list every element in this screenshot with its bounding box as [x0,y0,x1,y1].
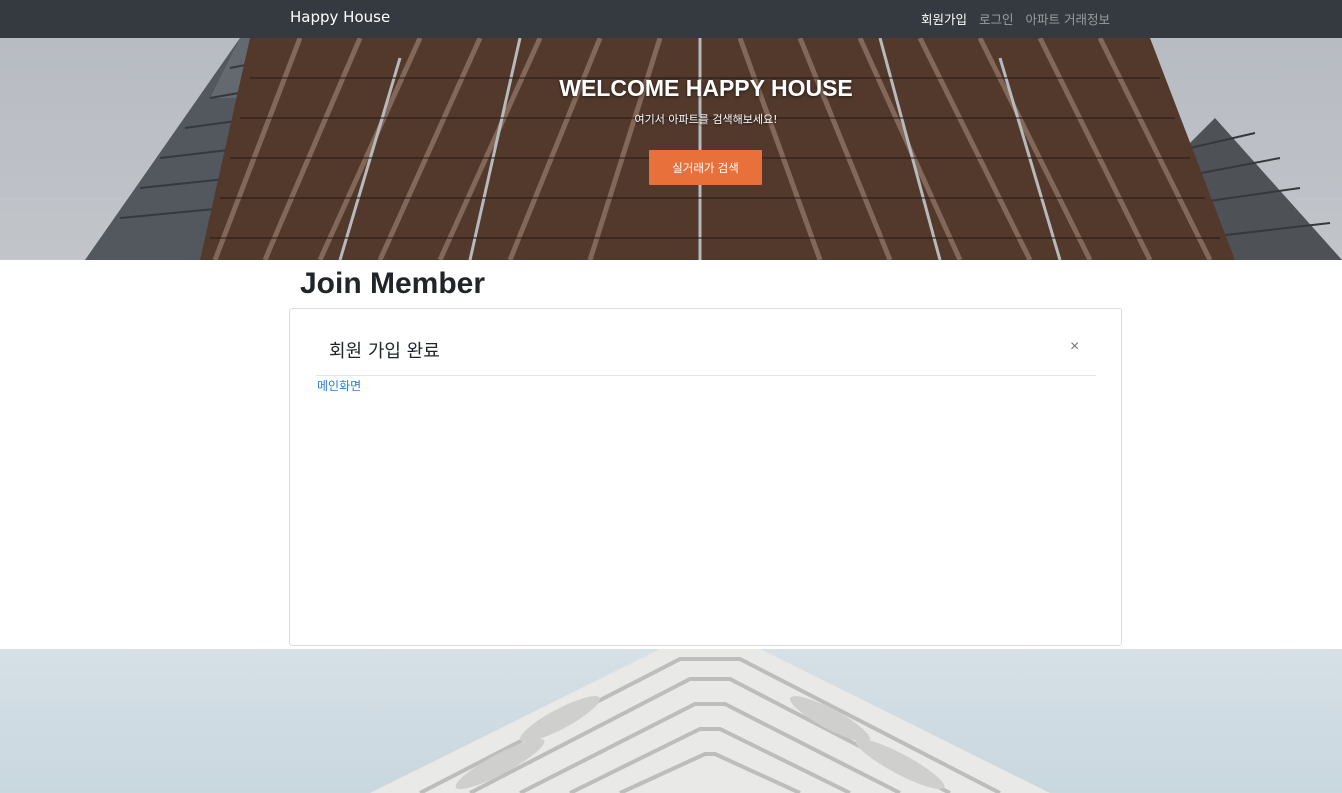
nav-link-apt-info[interactable]: 아파트 거래정보 [1026,9,1110,28]
hero-banner: WELCOME HAPPY HOUSE 여기서 아파트를 검색해보세요! 실거래… [0,38,1342,260]
brand-link[interactable]: Happy House [290,8,390,26]
main-page-link[interactable]: 메인화면 [317,377,361,394]
card-divider [316,375,1096,376]
card-title: 회원 가입 완료 [329,341,440,362]
page-title: Join Member [300,267,486,300]
hero-building-image [0,38,1342,260]
hero-subtitle: 여기서 아파트를 검색해보세요! [634,113,778,126]
bottom-building-image [370,649,1050,793]
hero-title: WELCOME HAPPY HOUSE [559,75,853,101]
bottom-banner [0,649,1342,793]
navbar: Happy House 회원가입 로그인 아파트 거래정보 [0,0,1342,38]
nav-link-login[interactable]: 로그인 [979,9,1014,28]
nav-link-signup[interactable]: 회원가입 [921,9,967,28]
close-button[interactable]: × [1070,338,1079,356]
nav-links: 회원가입 로그인 아파트 거래정보 [921,9,1110,28]
signup-complete-card: 회원 가입 완료 × 메인화면 [289,308,1122,646]
search-price-button[interactable]: 실거래가 검색 [649,150,762,185]
